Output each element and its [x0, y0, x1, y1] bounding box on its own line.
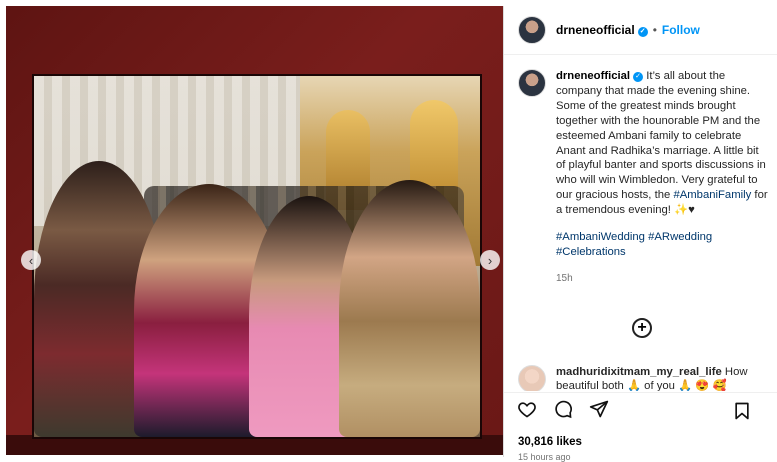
- caption-text: drneneofficial ✓ It’s all about the compa…: [556, 69, 768, 287]
- post-media: ‹ ›: [6, 6, 503, 455]
- username[interactable]: drneneofficial ✓: [556, 23, 648, 37]
- verified-badge-icon: ✓: [637, 27, 648, 37]
- heart-icon[interactable]: [517, 399, 539, 421]
- photo-person-4: [339, 180, 480, 437]
- share-icon[interactable]: [589, 399, 611, 421]
- chevron-left-icon[interactable]: ‹: [21, 250, 41, 270]
- post-header: drneneofficial ✓ • Follow: [504, 6, 777, 55]
- follow-button[interactable]: Follow: [662, 23, 700, 37]
- bookmark-icon[interactable]: [732, 401, 754, 423]
- comment-text: madhuridixitmam_my_real_life How beautif…: [556, 365, 771, 391]
- comments-section: drneneofficial ✓ It’s all about the compa…: [504, 55, 777, 391]
- post-side-panel: drneneofficial ✓ • Follow drneneofficial ✓…: [503, 6, 777, 462]
- avatar[interactable]: [518, 16, 546, 44]
- username-text[interactable]: drneneofficial: [556, 23, 635, 37]
- caption-body: It’s all about the company that made the…: [556, 70, 766, 202]
- comment-username[interactable]: madhuridixitmam_my_real_life: [556, 366, 722, 378]
- caption-username[interactable]: drneneofficial: [556, 70, 630, 82]
- instagram-post-modal: ‹ › drneneofficial ✓ • Follow drneneoffic…: [0, 0, 777, 462]
- hashtag-link[interactable]: #AmbaniFamily: [673, 189, 751, 201]
- verified-badge-icon: ✓: [633, 72, 644, 82]
- post-photo[interactable]: [32, 74, 482, 439]
- action-bar: [504, 392, 777, 426]
- load-more-comments-button[interactable]: +: [632, 318, 652, 338]
- separator-dot: •: [652, 23, 657, 37]
- comment: madhuridixitmam_my_real_life How beautif…: [518, 365, 771, 391]
- post-time: 15h: [556, 272, 573, 284]
- caption-avatar[interactable]: [518, 69, 546, 97]
- chevron-right-icon[interactable]: ›: [480, 250, 500, 270]
- posted-ago: 15 hours ago: [518, 452, 571, 462]
- hashtags[interactable]: #AmbaniWedding #ARwedding #Celebrations: [556, 230, 768, 260]
- comment-icon[interactable]: [553, 399, 575, 421]
- likes-count[interactable]: 30,816 likes: [518, 436, 582, 448]
- comment-avatar[interactable]: [518, 365, 546, 391]
- caption: drneneofficial ✓ It’s all about the compa…: [504, 55, 777, 287]
